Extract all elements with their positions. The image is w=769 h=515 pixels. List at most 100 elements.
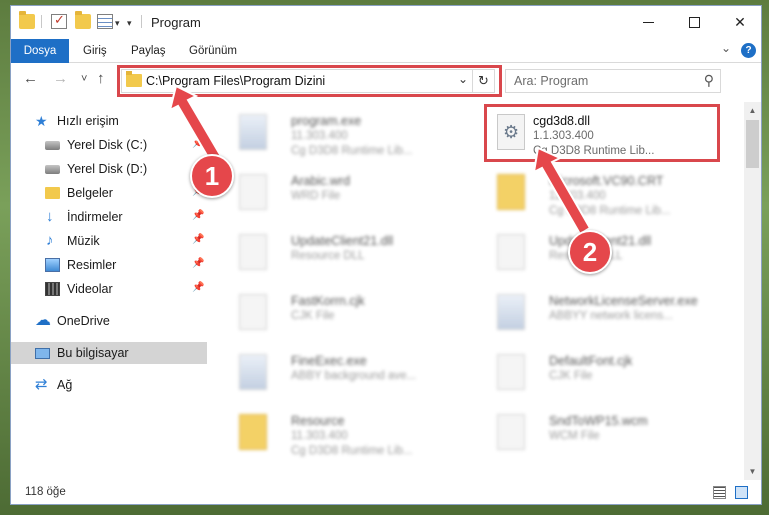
customize-toolbar-chevron-icon[interactable]: ▾ xyxy=(127,18,132,29)
scroll-down-icon[interactable]: ▼ xyxy=(744,463,761,480)
minimize-icon xyxy=(642,21,654,23)
pin-icon[interactable]: 📌 xyxy=(192,258,204,269)
drive-icon xyxy=(45,141,60,150)
sidebar-item-label: Videolar xyxy=(67,282,113,296)
address-bar-highlight xyxy=(117,65,502,97)
item-count: 118 öğe xyxy=(25,486,66,498)
tab-share[interactable]: Paylaş xyxy=(131,39,166,63)
file-detail: CJK File xyxy=(291,310,335,322)
tab-view[interactable]: Görünüm xyxy=(189,39,237,63)
scroll-thumb[interactable] xyxy=(746,120,759,168)
list-item[interactable]: Microsoft.VC90.CRT 11.303.400 Cg D3D8 Ru… xyxy=(485,168,735,224)
list-item[interactable]: SndToWP15.wcm WCM File xyxy=(485,408,735,464)
list-item[interactable]: Resource 11.303.400 Cg D3D8 Runtime Lib.… xyxy=(227,408,477,464)
forward-arrow-icon[interactable]: → xyxy=(53,70,68,87)
sidebar-item-network[interactable]: ⇄ Ağ xyxy=(11,374,207,396)
file-name: DefaultFont.cjk xyxy=(549,354,633,368)
list-item[interactable]: FastKorrn.cjk CJK File xyxy=(227,288,477,344)
cloud-icon: ☁ xyxy=(35,312,51,329)
sidebar-item-documents[interactable]: Belgeler 📌 xyxy=(11,182,207,204)
file-icon xyxy=(239,294,267,330)
sidebar-item-downloads[interactable]: ↓ İndirmeler 📌 xyxy=(11,206,207,228)
list-item[interactable]: Arabic.wrd WRD File xyxy=(227,168,477,224)
sidebar-item-label: Yerel Disk (D:) xyxy=(67,162,148,176)
step-1-badge: 1 xyxy=(190,154,234,198)
file-detail: 11.303.400 xyxy=(291,430,348,442)
drive-icon xyxy=(45,165,60,174)
file-icon xyxy=(239,174,267,210)
maximize-button[interactable] xyxy=(671,6,717,38)
list-item[interactable]: program.exe 11.303.400 Cg D3D8 Runtime L… xyxy=(227,108,477,164)
recent-locations-chevron-icon[interactable]: ˅ xyxy=(81,73,87,85)
sidebar-item-quick-access[interactable]: ★ Hızlı erişim xyxy=(11,110,207,132)
sidebar-item-label: İndirmeler xyxy=(67,210,123,224)
selected-file-highlight xyxy=(484,104,720,162)
download-icon: ↓ xyxy=(46,208,54,225)
sidebar-item-label: Yerel Disk (C:) xyxy=(67,138,148,152)
sidebar-item-videos[interactable]: Videolar 📌 xyxy=(11,278,207,300)
sidebar-item-pictures[interactable]: Resimler 📌 xyxy=(11,254,207,276)
sidebar-item-local-disk-d[interactable]: Yerel Disk (D:) 📌 xyxy=(11,158,207,180)
view-options-icon[interactable] xyxy=(97,14,113,29)
pictures-icon xyxy=(45,258,60,272)
list-item[interactable]: FineExec.exe ABBY background ave... xyxy=(227,348,477,404)
list-item[interactable]: NetworkLicenseServer.exe ABBYY network l… xyxy=(485,288,735,344)
file-detail: Cg D3D8 Runtime Lib... xyxy=(291,445,413,457)
sidebar-item-label: OneDrive xyxy=(57,314,110,328)
vertical-scrollbar[interactable]: ▲ ▼ xyxy=(744,102,761,480)
scroll-up-icon[interactable]: ▲ xyxy=(744,102,761,119)
close-button[interactable]: ✕ xyxy=(717,6,761,38)
file-detail: Cg D3D8 Runtime Lib... xyxy=(549,205,671,217)
search-icon[interactable]: ⚲ xyxy=(704,72,714,89)
search-box[interactable]: Ara: Program ⚲ xyxy=(505,69,721,93)
exe-icon xyxy=(239,354,267,390)
back-arrow-icon[interactable]: ← xyxy=(23,70,38,87)
network-icon: ⇄ xyxy=(35,376,48,393)
pin-icon[interactable]: 📌 xyxy=(192,234,204,245)
pin-icon[interactable]: 📌 xyxy=(192,210,204,221)
sidebar-item-label: Bu bilgisayar xyxy=(57,346,129,360)
details-view-icon[interactable] xyxy=(713,486,726,499)
help-icon[interactable]: ? xyxy=(741,43,756,58)
star-icon: ★ xyxy=(35,113,48,129)
file-name: Resource xyxy=(291,414,345,428)
file-detail: ABBYY network licens... xyxy=(549,310,673,322)
pin-icon[interactable]: 📌 xyxy=(192,282,204,293)
dll-gear-icon xyxy=(497,234,525,270)
file-detail: 11.303.400 xyxy=(549,190,606,202)
file-detail: CJK File xyxy=(549,370,593,382)
tab-home[interactable]: Giriş xyxy=(83,39,107,63)
tiles-view-icon[interactable] xyxy=(735,486,748,499)
file-detail: Cg D3D8 Runtime Lib... xyxy=(291,145,413,157)
new-folder-icon[interactable] xyxy=(75,11,91,29)
folder-icon[interactable] xyxy=(19,11,35,29)
file-detail: WRD File xyxy=(291,190,341,202)
sidebar-item-music[interactable]: ♪ Müzik 📌 xyxy=(11,230,207,252)
search-placeholder[interactable]: Ara: Program xyxy=(514,74,588,88)
file-name: SndToWP15.wcm xyxy=(549,414,648,428)
toolbar-separator xyxy=(41,15,42,28)
file-name: Microsoft.VC90.CRT xyxy=(549,174,664,188)
file-name: FastKorrn.cjk xyxy=(291,294,365,308)
sidebar-item-onedrive[interactable]: ☁ OneDrive xyxy=(11,310,207,332)
pin-icon[interactable]: 📌 xyxy=(192,138,204,149)
navigation-bar: ← → ˅ ↑ C:\Program Files\Program Dizini … xyxy=(11,64,761,97)
minimize-button[interactable] xyxy=(625,6,671,38)
tab-file[interactable]: Dosya xyxy=(11,39,69,63)
list-item[interactable]: UpdateClient21.dll Resource DLL xyxy=(227,228,477,284)
folder-icon xyxy=(497,174,525,210)
exe-icon xyxy=(497,294,525,330)
view-options-chevron-icon[interactable]: ▾ xyxy=(115,18,120,29)
sidebar-item-label: Hızlı erişim xyxy=(57,114,119,128)
explorer-window: ▾ ▾ Program ✕ Dosya Giriş Paylaş Görünüm… xyxy=(10,5,762,505)
sidebar-item-local-disk-c[interactable]: Yerel Disk (C:) 📌 xyxy=(11,134,207,156)
properties-check-icon[interactable] xyxy=(51,12,67,29)
expand-ribbon-chevron-icon[interactable]: ⌄ xyxy=(721,41,731,55)
exe-icon xyxy=(239,114,267,150)
up-arrow-icon[interactable]: ↑ xyxy=(97,70,105,87)
navigation-pane: ★ Hızlı erişim Yerel Disk (C:) 📌 Yerel D… xyxy=(11,102,207,480)
file-icon xyxy=(497,354,525,390)
sidebar-item-label: Resimler xyxy=(67,258,117,272)
sidebar-item-this-pc[interactable]: Bu bilgisayar xyxy=(11,342,207,364)
list-item[interactable]: DefaultFont.cjk CJK File xyxy=(485,348,735,404)
